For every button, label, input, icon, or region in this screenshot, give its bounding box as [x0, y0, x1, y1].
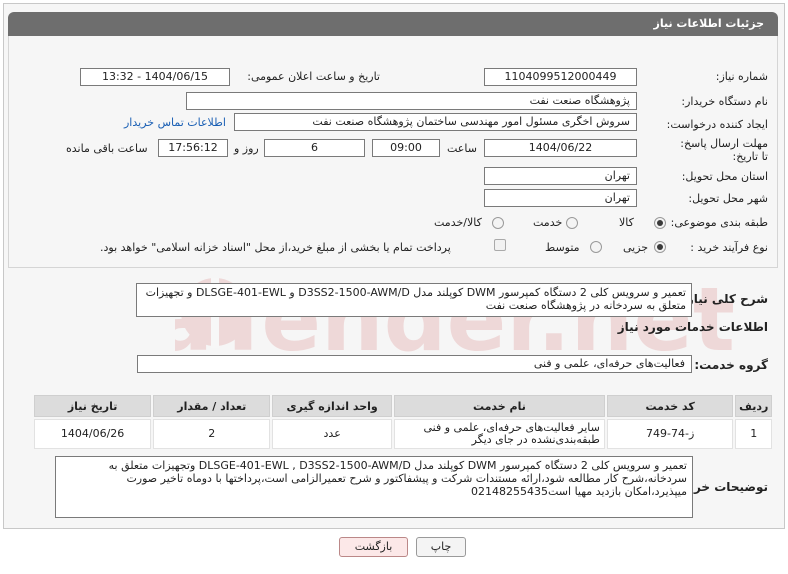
- service-group-label: گروه خدمت:: [694, 358, 768, 372]
- service-group-field: فعالیت‌های حرفه‌ای، علمی و فنی: [137, 355, 692, 373]
- creator-label: ایجاد کننده درخواست:: [666, 118, 768, 131]
- back-button[interactable]: بازگشت: [339, 537, 408, 557]
- province-label: استان محل تحویل:: [681, 170, 768, 183]
- col-unit: واحد اندازه گیری: [272, 395, 392, 417]
- days-label: روز و: [234, 142, 259, 155]
- category-label: طبقه بندی موضوعی:: [670, 216, 768, 229]
- announce-label: تاریخ و ساعت اعلان عمومی:: [247, 70, 380, 83]
- cell-code: ز-74-749: [606, 419, 734, 449]
- cell-unit: عدد: [272, 419, 392, 449]
- page-title: جزئیات اطلاعات نیاز: [8, 12, 778, 36]
- services-section-title: اطلاعات خدمات مورد نیاز: [617, 320, 768, 334]
- purchase-minor-label: جزیی: [623, 241, 649, 254]
- city-field: تهران: [484, 189, 637, 207]
- cell-date: 1404/06/26: [34, 419, 152, 449]
- description-label: شرح کلی نیاز:: [682, 292, 768, 306]
- city-label: شهر محل تحویل:: [688, 192, 768, 205]
- need-number-label: شماره نیاز:: [715, 70, 768, 83]
- buyer-org-field: پژوهشگاه صنعت نفت: [186, 92, 637, 110]
- category-goods-label: کالا: [619, 216, 634, 229]
- description-field: تعمیر و سرویس کلی 2 دستگاه کمپرسور DWM ک…: [136, 283, 692, 317]
- buyer-org-label: نام دستگاه خریدار:: [681, 95, 768, 108]
- col-code: کد خدمت: [606, 395, 734, 417]
- province-field: تهران: [484, 167, 637, 185]
- category-goods-service-label: کالا/خدمت: [434, 216, 482, 229]
- contact-info-link[interactable]: اطلاعات تماس خریدار: [124, 116, 226, 129]
- time-label: ساعت: [447, 142, 477, 155]
- treasury-note: پرداخت تمام یا بخشی از مبلغ خرید،از محل …: [100, 241, 451, 254]
- deadline-date-field: 1404/06/22: [484, 139, 637, 157]
- cell-name: سایر فعالیت‌های حرفه‌ای، علمی و فنی طبقه…: [393, 419, 605, 449]
- table-header-row: ردیف کد خدمت نام خدمت واحد اندازه گیری ت…: [34, 395, 772, 417]
- treasury-checkbox[interactable]: [494, 239, 506, 251]
- purchase-medium-radio[interactable]: [590, 241, 602, 253]
- col-qty: تعداد / مقدار: [153, 395, 271, 417]
- deadline-time-field: 09:00: [372, 139, 440, 157]
- print-button[interactable]: چاپ: [416, 537, 466, 557]
- remaining-label: ساعت باقی مانده: [66, 142, 148, 155]
- purchase-medium-label: متوسط: [545, 241, 580, 254]
- category-service-radio[interactable]: [566, 217, 578, 229]
- category-service-label: خدمت: [533, 216, 563, 229]
- table-row: 1 ز-74-749 سایر فعالیت‌های حرفه‌ای، علمی…: [34, 419, 772, 449]
- col-index: ردیف: [735, 395, 772, 417]
- remaining-time-field: 17:56:12: [158, 139, 228, 157]
- cell-index: 1: [735, 419, 772, 449]
- announce-field: 1404/06/15 - 13:32: [80, 68, 230, 86]
- deadline-label: مهلت ارسال پاسخ: تا تاریخ:: [680, 137, 768, 163]
- col-date: تاریخ نیاز: [34, 395, 152, 417]
- cell-qty: 2: [153, 419, 271, 449]
- creator-field: سروش اخگری مسئول امور مهندسی ساختمان پژو…: [234, 113, 637, 131]
- col-name: نام خدمت: [393, 395, 605, 417]
- days-field: 6: [264, 139, 365, 157]
- need-number-field: 1104099512000449: [484, 68, 637, 86]
- purchase-type-label: نوع فرآیند خرید :: [690, 241, 768, 254]
- services-table: ردیف کد خدمت نام خدمت واحد اندازه گیری ت…: [32, 393, 774, 451]
- buyer-notes-field: تعمیر و سرویس کلی 2 دستگاه کمپرسور DWM ک…: [55, 456, 693, 518]
- category-goods-service-radio[interactable]: [492, 217, 504, 229]
- category-goods-radio[interactable]: [654, 217, 666, 229]
- purchase-minor-radio[interactable]: [654, 241, 666, 253]
